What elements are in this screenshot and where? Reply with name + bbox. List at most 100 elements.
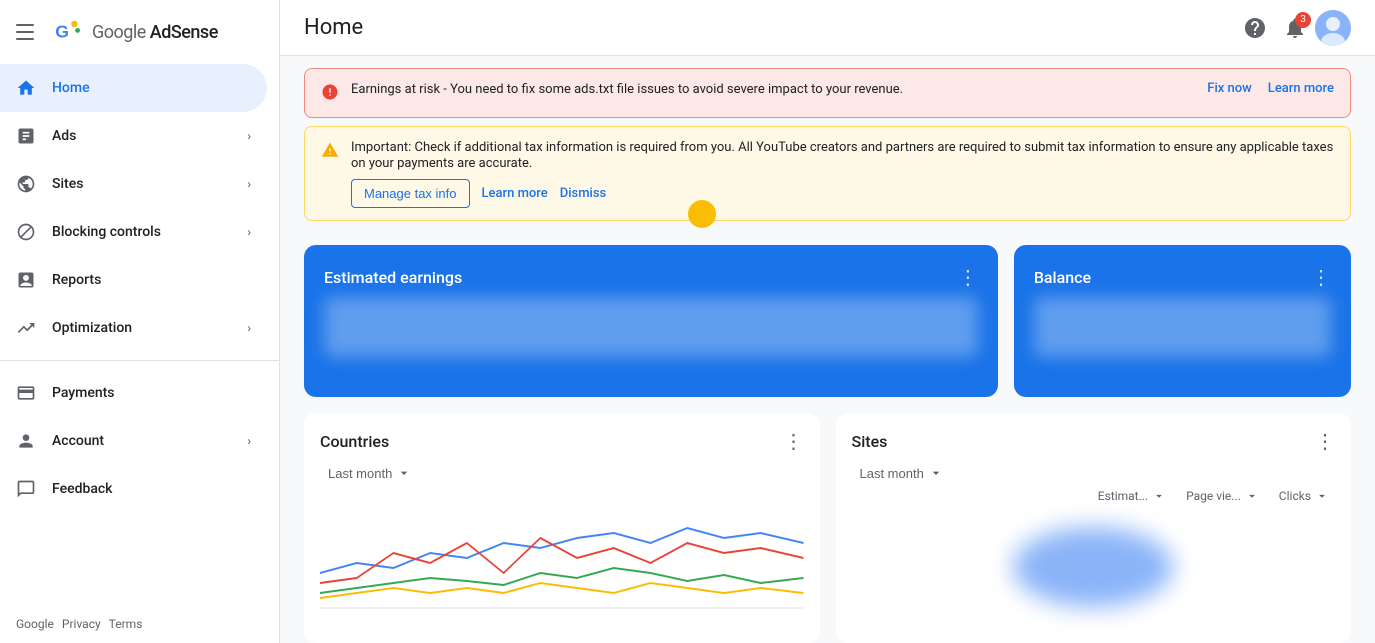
alerts-area: Earnings at risk - You need to fix some … (280, 56, 1375, 221)
tax-info-content: Important: Check if additional tax infor… (351, 139, 1334, 208)
sidebar-item-reports-label: Reports (52, 272, 101, 288)
countries-card-header: Countries ⋮ (320, 429, 804, 453)
earnings-menu-icon[interactable]: ⋮ (958, 265, 978, 289)
balance-menu-icon[interactable]: ⋮ (1311, 265, 1331, 289)
sidebar-item-feedback-label: Feedback (52, 481, 112, 497)
sidebar: G Google AdSense Home Ads › Sites › (0, 0, 280, 643)
estimat-dropdown-icon (1152, 489, 1166, 503)
sites-icon (16, 174, 36, 194)
sidebar-item-blocking-controls[interactable]: Blocking controls › (0, 208, 267, 256)
payments-icon (16, 383, 36, 403)
sidebar-item-optimization-label: Optimization (52, 320, 132, 336)
sidebar-item-sites[interactable]: Sites › (0, 160, 267, 208)
help-button[interactable] (1235, 8, 1275, 48)
tax-info-actions: Manage tax info Learn more Dismiss (351, 179, 1334, 208)
fix-now-link[interactable]: Fix now (1207, 81, 1252, 96)
main-content: Home 3 Earnings at risk - You n (280, 0, 1375, 643)
clicks-dropdown-icon (1315, 489, 1329, 503)
app-title: Google AdSense (92, 22, 218, 43)
earnings-blurred-content (324, 297, 978, 357)
menu-button[interactable] (16, 20, 40, 44)
tax-info-alert: Important: Check if additional tax infor… (304, 126, 1351, 221)
sites-column-pageviews[interactable]: Page vie... (1180, 485, 1265, 507)
help-icon (1243, 16, 1267, 40)
sites-period-label: Last month (860, 466, 924, 481)
sidebar-item-account[interactable]: Account › (0, 417, 267, 465)
sidebar-item-account-label: Account (52, 433, 104, 449)
tax-info-text: Important: Check if additional tax infor… (351, 140, 1333, 171)
feedback-icon (16, 479, 36, 499)
balance-blurred-content (1034, 297, 1331, 357)
ads-icon (16, 126, 36, 146)
blocking-controls-chevron-icon: › (247, 225, 251, 239)
sidebar-item-ads[interactable]: Ads › (0, 112, 267, 160)
sidebar-item-home[interactable]: Home (0, 64, 267, 112)
sidebar-header: G Google AdSense (0, 8, 279, 64)
sidebar-item-reports[interactable]: Reports (0, 256, 267, 304)
page-title: Home (304, 15, 363, 40)
dismiss-link[interactable]: Dismiss (560, 186, 607, 201)
optimization-icon (16, 318, 36, 338)
earnings-card-header: Estimated earnings ⋮ (324, 265, 978, 289)
sites-column-pageviews-label: Page vie... (1186, 489, 1241, 503)
sites-column-clicks[interactable]: Clicks (1273, 485, 1335, 507)
sidebar-footer: Google Privacy Terms (0, 605, 279, 643)
earnings-risk-text: Earnings at risk - You need to fix some … (351, 82, 903, 97)
sidebar-item-feedback[interactable]: Feedback (0, 465, 267, 513)
learn-more-link-2[interactable]: Learn more (482, 186, 548, 201)
sites-card-title: Sites (852, 432, 888, 451)
manage-tax-info-button[interactable]: Manage tax info (351, 179, 470, 208)
earnings-risk-alert: Earnings at risk - You need to fix some … (304, 68, 1351, 118)
balance-card-title: Balance (1034, 268, 1091, 287)
warning-icon (321, 141, 339, 163)
home-icon (16, 78, 36, 98)
optimization-chevron-icon: › (247, 321, 251, 335)
sites-column-estimat[interactable]: Estimat... (1092, 485, 1172, 507)
charts-row: Countries ⋮ Last month (280, 413, 1375, 643)
sites-column-estimat-label: Estimat... (1098, 489, 1148, 503)
svg-text:G: G (55, 22, 69, 42)
sites-period-dropdown[interactable]: Last month (852, 461, 952, 485)
earnings-risk-actions: Fix now Learn more (1207, 81, 1334, 96)
earnings-card-body (324, 297, 978, 377)
ads-chevron-icon: › (247, 129, 251, 143)
countries-line-chart (320, 493, 804, 613)
earnings-risk-content: Earnings at risk - You need to fix some … (351, 81, 1195, 97)
account-chevron-icon: › (247, 434, 251, 448)
sidebar-item-payments-label: Payments (52, 385, 115, 401)
countries-card: Countries ⋮ Last month (304, 413, 820, 643)
sidebar-item-blocking-controls-label: Blocking controls (52, 224, 161, 240)
sites-card: Sites ⋮ Last month Estimat... Page vie..… (836, 413, 1352, 643)
earnings-card-title: Estimated earnings (324, 268, 462, 287)
reports-icon (16, 270, 36, 290)
sites-column-clicks-label: Clicks (1279, 489, 1311, 503)
sidebar-item-payments[interactable]: Payments (0, 369, 267, 417)
error-icon (321, 83, 339, 105)
avatar-image (1315, 10, 1351, 46)
logo-area: G Google AdSense (52, 16, 218, 48)
learn-more-link-1[interactable]: Learn more (1268, 81, 1334, 96)
pageviews-dropdown-icon (1245, 489, 1259, 503)
earnings-cards-row: Estimated earnings ⋮ Balance ⋮ (280, 229, 1375, 413)
footer-privacy-link[interactable]: Privacy (62, 617, 101, 631)
sites-chart-area (852, 527, 1336, 627)
countries-period-dropdown[interactable]: Last month (320, 461, 420, 485)
countries-chart-area (320, 493, 804, 617)
countries-period-dropdown-icon (396, 465, 412, 481)
footer-google: Google (16, 617, 54, 631)
blocking-controls-icon (16, 222, 36, 242)
footer-terms-link[interactable]: Terms (109, 617, 143, 631)
sites-menu-icon[interactable]: ⋮ (1315, 429, 1335, 453)
nav-divider (0, 360, 279, 361)
sites-columns-header: Estimat... Page vie... Clicks (852, 485, 1336, 507)
balance-card-header: Balance ⋮ (1034, 265, 1331, 289)
avatar[interactable] (1315, 10, 1351, 46)
sidebar-item-optimization[interactable]: Optimization › (0, 304, 267, 352)
sites-card-header: Sites ⋮ (852, 429, 1336, 453)
countries-card-title: Countries (320, 432, 389, 451)
notification-badge: 3 (1295, 12, 1311, 28)
notifications-button[interactable]: 3 (1275, 8, 1315, 48)
sidebar-item-sites-label: Sites (52, 176, 83, 192)
countries-menu-icon[interactable]: ⋮ (784, 429, 804, 453)
sidebar-item-ads-label: Ads (52, 128, 76, 144)
